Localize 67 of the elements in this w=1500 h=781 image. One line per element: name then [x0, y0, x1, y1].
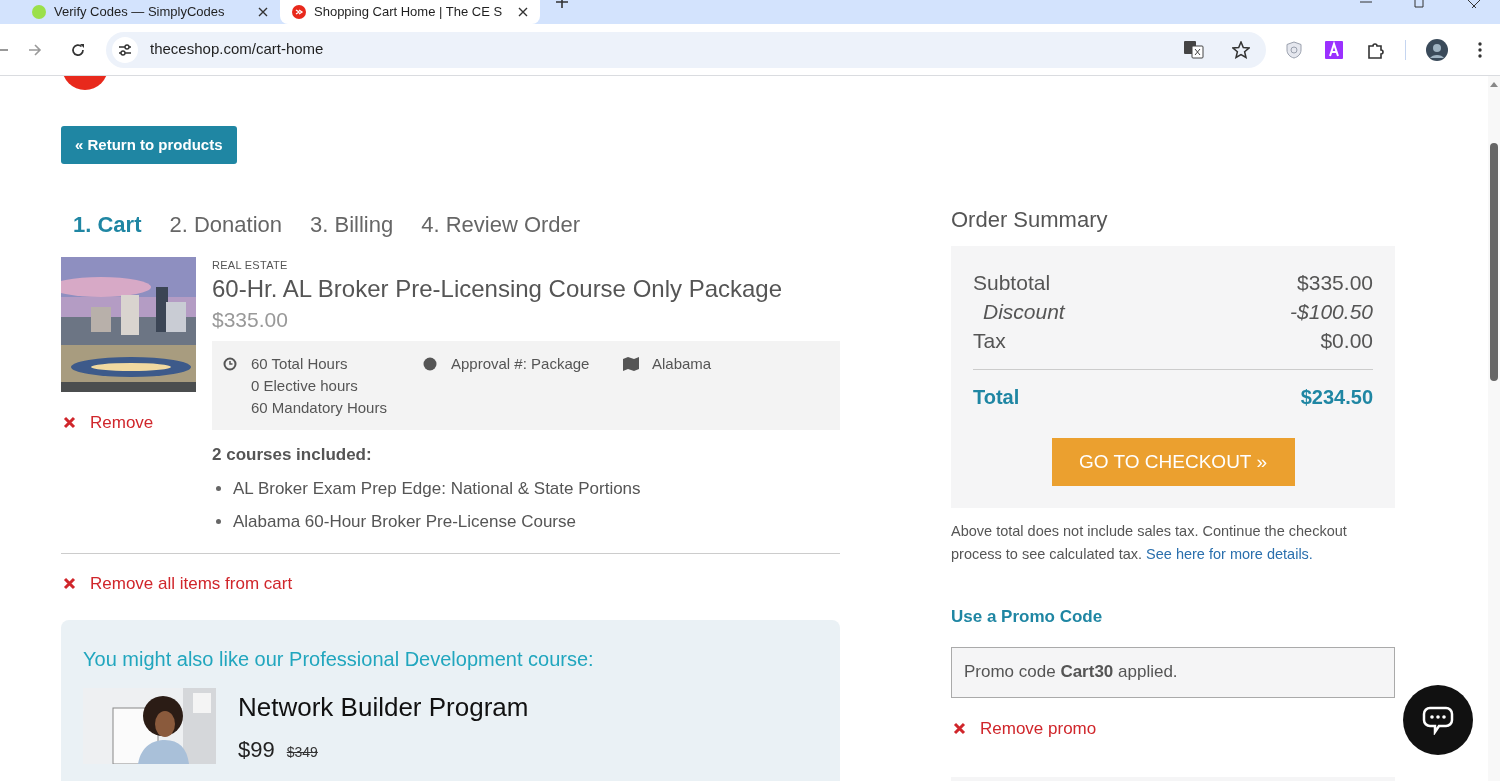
checkout-step[interactable]: 2. Donation	[169, 208, 282, 241]
promo-heading[interactable]: Use a Promo Code	[951, 604, 1395, 630]
bullet-icon	[216, 485, 221, 491]
order-summary-title: Order Summary	[951, 206, 1109, 234]
tax-note: Above total does not include sales tax. Continue the checkout process to see calculated tax. See here for more details.	[951, 522, 1348, 564]
restore-icon[interactable]	[1414, 0, 1426, 8]
map-icon	[623, 357, 639, 371]
clock-icon	[223, 357, 237, 371]
forward-icon[interactable]	[28, 42, 42, 57]
checkout-step[interactable]: 1. Cart	[73, 208, 142, 241]
course-name: AL Broker Exam Prep Edge: National & State Portions	[233, 477, 641, 500]
address-bar[interactable]: theceshop.com/cart-home	[106, 31, 1266, 68]
close-icon[interactable]	[518, 7, 528, 17]
remove-promo-link[interactable]: Remove promo	[980, 715, 1097, 741]
site-settings-icon[interactable]	[112, 36, 138, 63]
summary-label: Discount	[983, 299, 1065, 325]
tab-favicon-icon	[292, 5, 306, 19]
bookmark-star-icon[interactable]	[1232, 40, 1250, 59]
hours-text: 60 Total Hours	[251, 354, 349, 374]
minimize-icon[interactable]	[1360, 0, 1372, 4]
approval-text: Approval #: Package	[451, 354, 591, 374]
summary-value: -$100.50	[1290, 299, 1373, 325]
return-to-products-button[interactable]: « Return to products	[61, 126, 237, 164]
recommendation-heading: You might also like our Professional Development course:	[83, 647, 595, 672]
promo-message: Promo code Cart30 applied.	[964, 661, 1178, 684]
summary-value: $335.00	[1297, 270, 1373, 296]
letter-extension-icon[interactable]	[1325, 40, 1343, 59]
browser-tab[interactable]: Shopping Cart Home | The CE S	[280, 0, 540, 24]
bullet-icon	[216, 519, 221, 525]
recommended-title[interactable]: Network Builder Program	[238, 688, 529, 727]
total-label: Total	[973, 385, 1020, 410]
original-price: $349	[286, 743, 318, 762]
included-heading: 2 courses included:	[212, 444, 373, 466]
translate-icon[interactable]	[1184, 40, 1204, 59]
summary-label: Subtotal	[973, 270, 1051, 296]
summary-label: Tax	[973, 328, 1006, 354]
badge-icon	[423, 357, 437, 371]
total-value: $234.50	[1300, 385, 1373, 410]
checkout-step[interactable]: 3. Billing	[310, 208, 394, 241]
chat-bubble-icon	[1422, 705, 1454, 735]
profile-avatar-icon[interactable]	[1426, 38, 1448, 61]
remove-x-icon[interactable]	[63, 576, 76, 590]
tab-favicon-icon	[32, 5, 46, 19]
scrollbar-thumb[interactable]	[1490, 143, 1498, 381]
product-title[interactable]: 60-Hr. AL Broker Pre-Licensing Course Only Package	[212, 273, 840, 304]
hours-text: 0 Elective hours	[251, 376, 359, 396]
hours-text: 60 Mandatory Hours	[251, 398, 388, 418]
remove-link[interactable]: Remove	[90, 410, 154, 436]
reload-icon[interactable]	[70, 41, 86, 58]
remove-all-link[interactable]: Remove all items from cart	[90, 570, 293, 596]
checkout-step[interactable]: 4. Review Order	[421, 208, 581, 241]
extensions-puzzle-icon[interactable]	[1367, 40, 1385, 59]
url-text: theceshop.com/cart-home	[150, 39, 325, 60]
remove-x-icon[interactable]	[953, 721, 966, 735]
state-text: Alabama	[652, 354, 712, 374]
remove-x-icon[interactable]	[63, 416, 76, 430]
shield-extension-icon[interactable]	[1286, 40, 1302, 59]
scroll-up-icon[interactable]	[1490, 82, 1498, 87]
summary-value: $0.00	[1320, 328, 1373, 354]
product-price: $335.00	[212, 306, 289, 333]
product-category: REAL ESTATE	[212, 258, 289, 273]
details-link[interactable]: See here for more details.	[1146, 546, 1313, 562]
recommended-price: $99	[238, 736, 275, 764]
close-window-icon[interactable]	[1468, 0, 1480, 8]
course-name: Alabama 60-Hour Broker Pre-License Course	[233, 511, 576, 533]
close-icon[interactable]	[258, 7, 268, 17]
menu-icon[interactable]	[1478, 41, 1482, 58]
